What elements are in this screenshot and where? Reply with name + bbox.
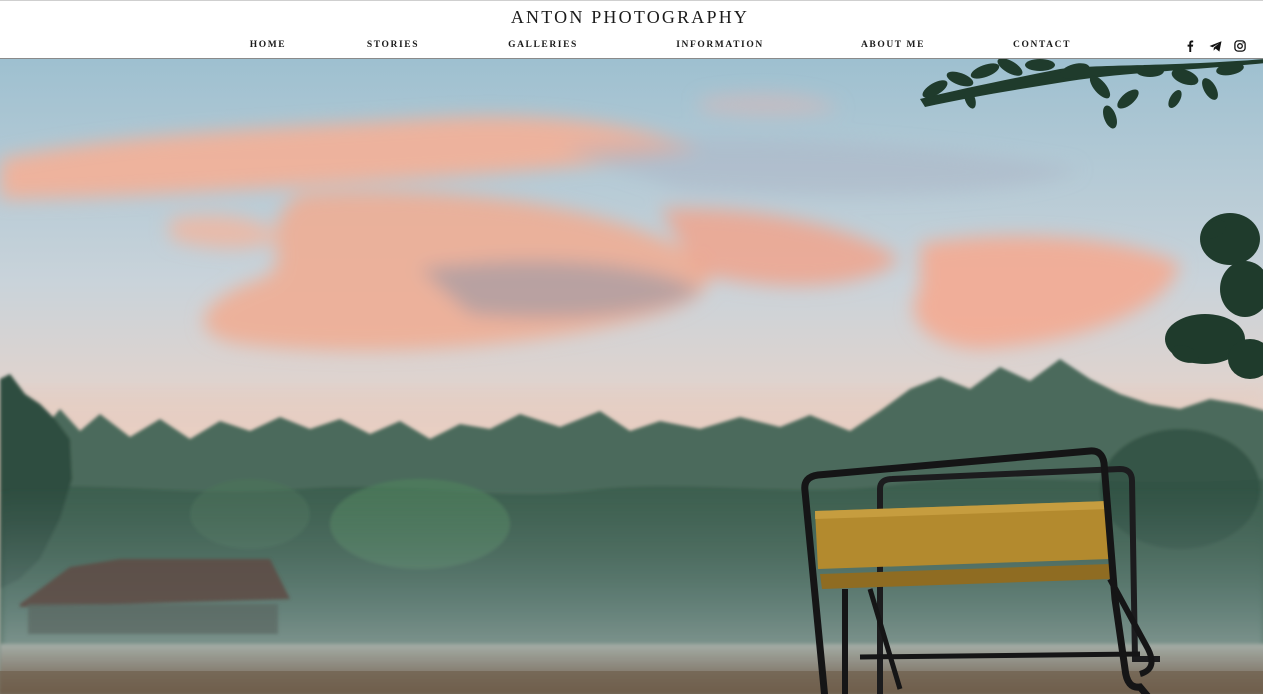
nav-item-stories[interactable]: STORIES [367, 40, 419, 50]
instagram-icon[interactable] [1233, 39, 1247, 53]
nav-item-galleries[interactable]: GALLERIES [508, 40, 578, 50]
facebook-icon[interactable] [1183, 39, 1197, 53]
telegram-icon[interactable] [1208, 39, 1222, 53]
site-title[interactable]: ANTON PHOTOGRAPHY [0, 7, 1260, 28]
nav-item-information[interactable]: INFORMATION [676, 40, 764, 50]
nav-item-about-me[interactable]: ABOUT ME [861, 40, 925, 50]
hero-image [0, 59, 1266, 694]
nav-item-home[interactable]: HOME [250, 40, 286, 50]
hero-photo [0, 59, 1266, 694]
site-header: ANTON PHOTOGRAPHY HOME STORIES GALLERIES… [0, 0, 1266, 59]
nav-item-contact[interactable]: CONTACT [1013, 40, 1071, 50]
